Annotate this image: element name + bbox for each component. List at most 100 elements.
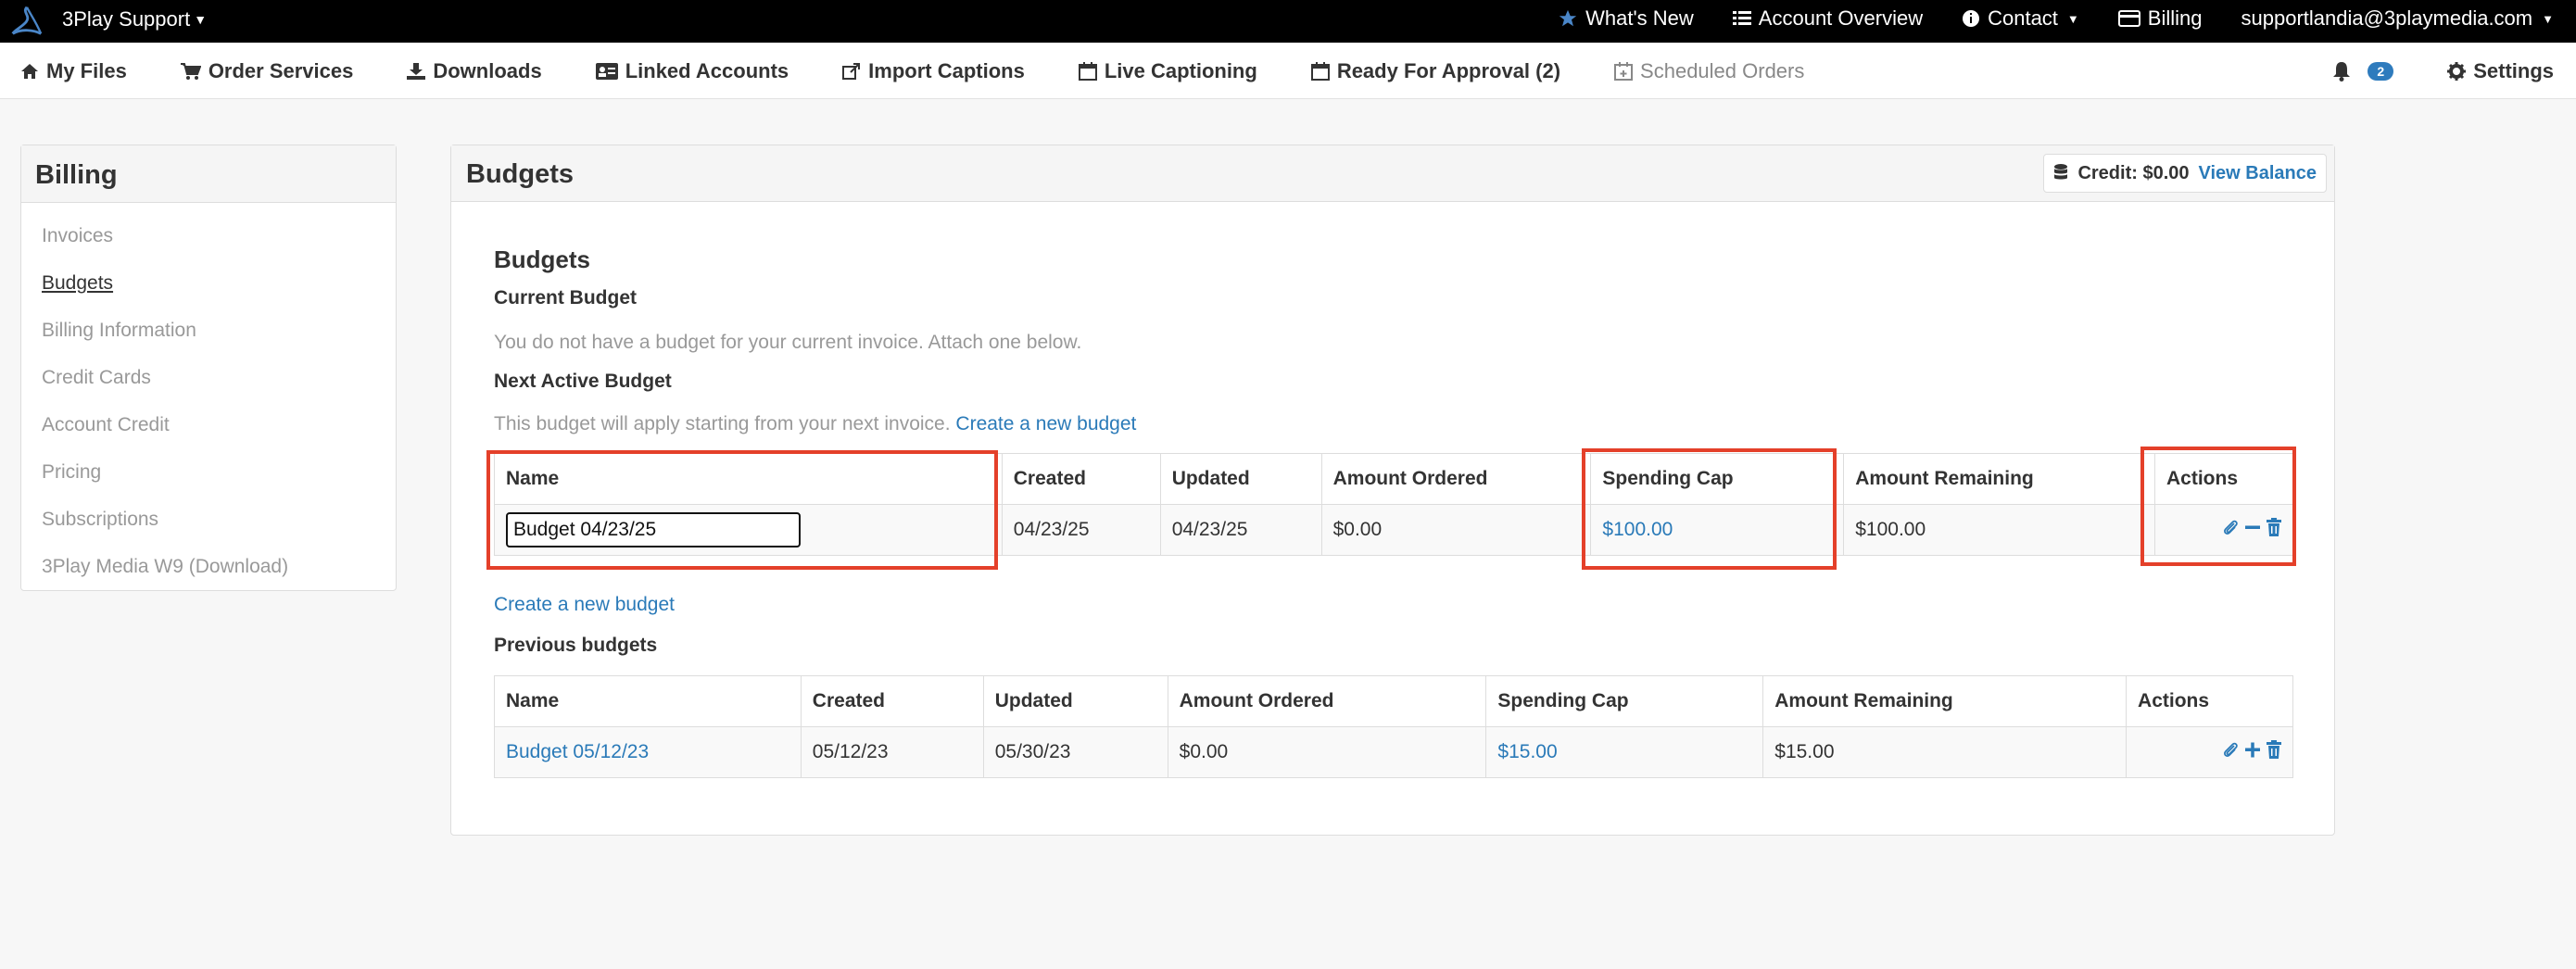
3play-logo-icon[interactable] xyxy=(9,4,44,39)
nav-scheduled-orders[interactable]: Scheduled Orders xyxy=(1614,59,1804,83)
trash-icon[interactable] xyxy=(2267,518,2281,536)
col-amount-remaining: Amount Remaining xyxy=(1843,453,2155,505)
notifications-button[interactable]: 2 xyxy=(2332,61,2394,82)
create-new-budget-link[interactable]: Create a new budget xyxy=(955,413,1136,434)
sidebar-item-budgets[interactable]: Budgets xyxy=(42,259,396,307)
nav-linked-accounts-label: Linked Accounts xyxy=(625,59,789,82)
sidebar-item-subscriptions[interactable]: Subscriptions xyxy=(42,496,396,543)
whats-new-label: What's New xyxy=(1585,6,1694,30)
list-icon xyxy=(1732,11,1751,25)
credit-amount: Credit: $0.00 xyxy=(2077,162,2190,183)
minus-icon[interactable] xyxy=(2244,518,2261,536)
billing-sidebar: Billing Invoices Budgets Billing Informa… xyxy=(20,145,397,591)
budget-name-input[interactable] xyxy=(506,512,801,547)
nav-ready-for-approval[interactable]: Ready For Approval (2) xyxy=(1310,59,1561,83)
table-header-row: Name Created Updated Amount Ordered Spen… xyxy=(494,453,2293,505)
nav-ready-for-approval-label: Ready For Approval (2) xyxy=(1336,59,1561,82)
updated-cell: 04/23/25 xyxy=(1159,504,1322,556)
previous-budgets-table: Name Created Updated Amount Ordered Spen… xyxy=(494,675,2293,778)
account-overview-link[interactable]: Account Overview xyxy=(1732,6,1924,31)
sidebar-item-billing-information[interactable]: Billing Information xyxy=(42,307,396,354)
nav-import-captions-label: Import Captions xyxy=(868,59,1025,82)
user-email: supportlandia@3playmedia.com xyxy=(2241,6,2533,30)
next-budget-note-line: This budget will apply starting from you… xyxy=(494,413,1136,435)
nav-settings[interactable]: Settings xyxy=(2447,59,2554,83)
nav-live-captioning-label: Live Captioning xyxy=(1104,59,1257,82)
amount-ordered-cell: $0.00 xyxy=(1167,726,1487,778)
col-updated: Updated xyxy=(1159,453,1322,505)
created-cell: 04/23/25 xyxy=(1001,504,1161,556)
top-bar: 3Play Support ▼ What's New Account Overvi… xyxy=(0,0,2576,43)
caret-down-icon: ▼ xyxy=(2542,11,2554,26)
main-nav: My Files Order Services Downloads Linked… xyxy=(0,43,2576,99)
table-row: Budget 05/12/23 05/12/23 05/30/23 $0.00 … xyxy=(494,726,2293,778)
col-spending-cap: Spending Cap xyxy=(1590,453,1845,505)
contact-dropdown[interactable]: Contact ▼ xyxy=(1962,6,2079,31)
panel-header: Budgets Credit: $0.00 View Balance xyxy=(451,145,2334,202)
account-switcher[interactable]: 3Play Support ▼ xyxy=(62,7,207,31)
paperclip-icon[interactable] xyxy=(2222,518,2239,536)
budgets-panel: Budgets Credit: $0.00 View Balance Budge… xyxy=(450,145,2335,836)
sidebar-item-credit-cards[interactable]: Credit Cards xyxy=(42,354,396,401)
caret-down-icon: ▼ xyxy=(194,12,208,27)
col-spending-cap: Spending Cap xyxy=(1485,675,1764,727)
account-overview-label: Account Overview xyxy=(1758,6,1924,30)
download-icon xyxy=(407,63,426,80)
spending-cap-cell: $15.00 xyxy=(1485,726,1764,778)
whats-new-link[interactable]: What's New xyxy=(1558,6,1694,31)
paperclip-icon[interactable] xyxy=(2222,740,2239,759)
id-card-icon xyxy=(595,63,618,80)
database-icon xyxy=(2054,164,2068,180)
budget-name-cell: Budget 05/12/23 xyxy=(494,726,802,778)
amount-remaining-cell: $100.00 xyxy=(1843,504,2155,556)
nav-import-captions[interactable]: Import Captions xyxy=(842,59,1025,83)
nav-my-files[interactable]: My Files xyxy=(20,59,127,83)
col-actions: Actions xyxy=(2154,453,2293,505)
amount-remaining-cell: $15.00 xyxy=(1762,726,2128,778)
sidebar-item-account-credit[interactable]: Account Credit xyxy=(42,401,396,448)
share-square-icon xyxy=(842,63,861,80)
trash-icon[interactable] xyxy=(2267,740,2281,759)
contact-label: Contact xyxy=(1988,6,2058,30)
user-menu[interactable]: supportlandia@3playmedia.com ▼ xyxy=(2241,6,2555,31)
nav-my-files-label: My Files xyxy=(46,59,127,82)
nav-linked-accounts[interactable]: Linked Accounts xyxy=(595,59,789,83)
col-created: Created xyxy=(1001,453,1161,505)
view-balance-link[interactable]: View Balance xyxy=(2199,163,2317,184)
calendar-icon xyxy=(1078,62,1097,81)
col-name: Name xyxy=(494,453,1003,505)
nav-order-services[interactable]: Order Services xyxy=(180,59,354,83)
spending-cap-link[interactable]: $100.00 xyxy=(1602,519,1673,540)
previous-budgets-heading: Previous budgets xyxy=(494,635,658,656)
calendar-icon xyxy=(1310,62,1330,81)
billing-label: Billing xyxy=(2147,6,2203,30)
calendar-plus-icon xyxy=(1614,62,1634,81)
created-cell: 05/12/23 xyxy=(800,726,984,778)
current-budget-note: You do not have a budget for your curren… xyxy=(494,332,1082,353)
nav-downloads[interactable]: Downloads xyxy=(407,59,542,83)
spending-cap-link[interactable]: $15.00 xyxy=(1497,741,1557,762)
budget-name-link[interactable]: Budget 05/12/23 xyxy=(506,741,649,762)
sidebar-item-w9-download[interactable]: 3Play Media W9 (Download) xyxy=(42,543,396,590)
nav-order-services-label: Order Services xyxy=(208,59,354,82)
bell-icon xyxy=(2333,62,2351,82)
info-circle-icon xyxy=(1963,10,1980,27)
col-amount-ordered: Amount Ordered xyxy=(1320,453,1592,505)
spending-cap-cell: $100.00 xyxy=(1590,504,1845,556)
caret-down-icon: ▼ xyxy=(2066,11,2079,26)
nav-settings-label: Settings xyxy=(2473,59,2554,82)
plus-icon[interactable] xyxy=(2244,740,2261,759)
sidebar-item-invoices[interactable]: Invoices xyxy=(42,212,396,259)
billing-link[interactable]: Billing xyxy=(2117,6,2203,31)
home-icon xyxy=(21,64,38,79)
table-row: 04/23/25 04/23/25 $0.00 $100.00 $100.00 xyxy=(494,504,2293,556)
nav-live-captioning[interactable]: Live Captioning xyxy=(1078,59,1257,83)
actions-cell xyxy=(2154,504,2293,556)
budget-name-cell xyxy=(494,504,1003,556)
col-amount-ordered: Amount Ordered xyxy=(1167,675,1487,727)
sidebar-item-pricing[interactable]: Pricing xyxy=(42,448,396,496)
create-new-budget-link-2[interactable]: Create a new budget xyxy=(494,594,675,615)
credit-card-icon xyxy=(2117,10,2140,27)
next-budget-heading: Next Active Budget xyxy=(494,371,672,392)
col-created: Created xyxy=(800,675,984,727)
